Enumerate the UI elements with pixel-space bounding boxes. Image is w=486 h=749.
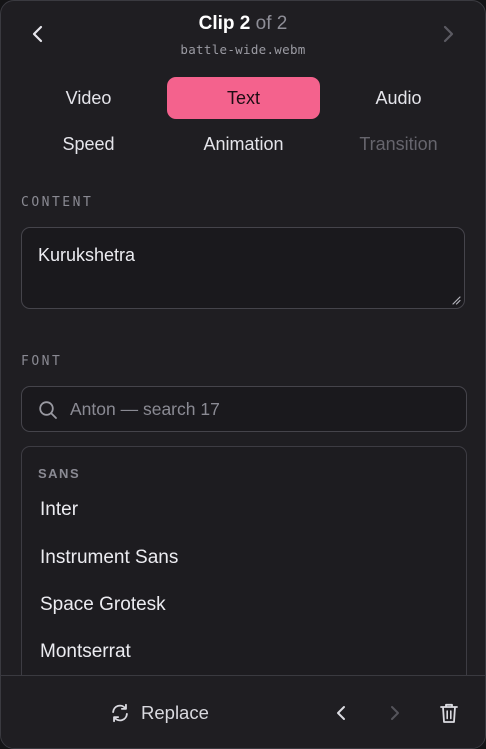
font-list: SANS Inter Instrument Sans Space Grotesk…: [21, 446, 467, 706]
chevron-right-icon: [443, 25, 454, 43]
content-text-value: Kurukshetra: [38, 245, 136, 265]
clip-filename: battle-wide.webm: [180, 42, 306, 57]
tab-speed[interactable]: Speed: [11, 123, 166, 165]
font-item-space-grotesk[interactable]: Space Grotesk: [40, 594, 166, 616]
panel-footer: Replace: [1, 675, 485, 748]
font-search-input[interactable]: [70, 387, 450, 431]
tab-transition: Transition: [359, 133, 438, 154]
chevron-right-icon: [391, 706, 399, 720]
replace-button[interactable]: Replace: [109, 698, 209, 728]
font-search-field[interactable]: [21, 386, 467, 432]
font-section-label: FONT: [21, 354, 63, 369]
delete-clip-button[interactable]: [434, 698, 464, 728]
content-textarea[interactable]: Kurukshetra: [21, 227, 465, 309]
tab-text[interactable]: Text: [167, 77, 320, 119]
next-clip-button[interactable]: [433, 19, 463, 49]
move-clip-left-button[interactable]: [326, 698, 356, 728]
refresh-icon: [112, 703, 128, 723]
search-icon: [39, 401, 57, 419]
replace-button-label: Replace: [141, 702, 209, 723]
clip-title: Clip 2 of 2: [1, 13, 485, 35]
resize-handle-icon[interactable]: [451, 295, 461, 305]
trash-icon: [440, 703, 458, 723]
chevron-left-icon: [337, 706, 345, 720]
panel-header: Clip 2 of 2 battle-wide.webm: [1, 1, 485, 69]
clip-title-number: Clip 2: [198, 13, 251, 34]
clip-title-total: of 2: [255, 13, 288, 34]
content-section-label: CONTENT: [21, 195, 94, 210]
clip-inspector-panel: Clip 2 of 2 battle-wide.webm Video Text …: [0, 0, 486, 749]
font-item-montserrat[interactable]: Montserrat: [40, 641, 131, 663]
move-clip-right-button: [380, 698, 410, 728]
font-group-label-sans: SANS: [38, 466, 81, 481]
property-tabs: Video Text Audio Speed Animation Transit…: [11, 77, 476, 165]
tab-video[interactable]: Video: [11, 77, 166, 119]
tab-audio[interactable]: Audio: [321, 77, 476, 119]
font-item-inter[interactable]: Inter: [40, 499, 78, 521]
tab-animation[interactable]: Animation: [166, 123, 321, 165]
font-item-instrument-sans[interactable]: Instrument Sans: [40, 547, 178, 569]
